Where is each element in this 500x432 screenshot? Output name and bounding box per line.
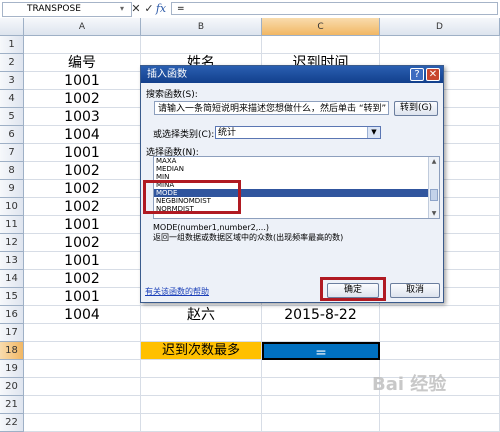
cell-d21[interactable]: [380, 396, 500, 414]
dialog-title: 插入函数: [141, 66, 443, 83]
cell-a1[interactable]: [24, 36, 141, 54]
row-header[interactable]: 20: [0, 378, 24, 396]
formula-bar: TRANSPOSE ▾ ✕ ✓ fx =: [0, 0, 500, 19]
cell-b16[interactable]: 赵六: [141, 306, 262, 324]
row-header[interactable]: 15: [0, 288, 24, 306]
cell-d16[interactable]: [380, 306, 500, 324]
row-header[interactable]: 5: [0, 108, 24, 126]
scroll-down-icon[interactable]: ▼: [429, 209, 439, 218]
cell-a2[interactable]: 编号: [24, 54, 141, 72]
row-header[interactable]: 13: [0, 252, 24, 270]
cancel-icon[interactable]: ✕: [130, 2, 142, 15]
cell-a3[interactable]: 1001: [24, 72, 141, 90]
row-header[interactable]: 14: [0, 270, 24, 288]
cell-b20[interactable]: [141, 378, 262, 396]
cell-a18[interactable]: [24, 342, 141, 360]
row-header[interactable]: 7: [0, 144, 24, 162]
cell-c1[interactable]: [262, 36, 380, 54]
column-header-b[interactable]: B: [141, 18, 262, 36]
cell-b21[interactable]: [141, 396, 262, 414]
formula-input[interactable]: =: [171, 2, 498, 15]
cell-d1[interactable]: [380, 36, 500, 54]
cell-c19[interactable]: [262, 360, 380, 378]
cell-a10[interactable]: 1002: [24, 198, 141, 216]
name-box[interactable]: TRANSPOSE: [2, 2, 132, 17]
row-header[interactable]: 9: [0, 180, 24, 198]
row-header[interactable]: 11: [0, 216, 24, 234]
category-select[interactable]: 统计 ▼: [215, 126, 381, 139]
row-header[interactable]: 8: [0, 162, 24, 180]
column-header-d[interactable]: D: [380, 18, 500, 36]
chevron-down-icon[interactable]: ▼: [367, 127, 380, 138]
row-header[interactable]: 18: [0, 342, 24, 360]
annotation-box-mode: [143, 180, 241, 214]
column-header-a[interactable]: A: [24, 18, 141, 36]
function-item[interactable]: MAXA: [154, 157, 439, 165]
function-description: 返回一组数据或数据区域中的众数(出现频率最高的数): [153, 233, 344, 242]
cell-b1[interactable]: [141, 36, 262, 54]
close-button[interactable]: ✕: [426, 68, 440, 81]
cell-a9[interactable]: 1002: [24, 180, 141, 198]
cell-a14[interactable]: 1002: [24, 270, 141, 288]
cell-c17[interactable]: [262, 324, 380, 342]
cell-a21[interactable]: [24, 396, 141, 414]
column-header-c[interactable]: C: [262, 18, 380, 36]
category-label: 或选择类别(C):: [153, 130, 215, 140]
cell-a19[interactable]: [24, 360, 141, 378]
insert-function-icon[interactable]: fx: [155, 2, 167, 15]
cell-a11[interactable]: 1001: [24, 216, 141, 234]
cell-a8[interactable]: 1002: [24, 162, 141, 180]
cell-a20[interactable]: [24, 378, 141, 396]
row-header[interactable]: 16: [0, 306, 24, 324]
cell-a5[interactable]: 1003: [24, 108, 141, 126]
cell-a4[interactable]: 1002: [24, 90, 141, 108]
cell-a15[interactable]: 1001: [24, 288, 141, 306]
function-item[interactable]: MEDIAN: [154, 165, 439, 173]
row-header[interactable]: 10: [0, 198, 24, 216]
help-button[interactable]: ?: [410, 68, 424, 81]
row-header[interactable]: 2: [0, 54, 24, 72]
cell-d18[interactable]: [380, 342, 500, 360]
function-signature: MODE(number1,number2,...): [153, 223, 269, 232]
row-header[interactable]: 19: [0, 360, 24, 378]
chevron-down-icon[interactable]: ▾: [116, 2, 128, 15]
annotation-box-ok: [320, 277, 386, 301]
cell-b17[interactable]: [141, 324, 262, 342]
cell-c20[interactable]: [262, 378, 380, 396]
watermark-logo: Bai 经验: [372, 374, 447, 395]
cell-c16[interactable]: 2015-8-22: [262, 306, 380, 324]
row-header[interactable]: 1: [0, 36, 24, 54]
cell-d17[interactable]: [380, 324, 500, 342]
cell-a12[interactable]: 1002: [24, 234, 141, 252]
select-all-corner[interactable]: [0, 18, 24, 36]
cell-a16[interactable]: 1004: [24, 306, 141, 324]
cell-c21[interactable]: [262, 396, 380, 414]
cell-a13[interactable]: 1001: [24, 252, 141, 270]
cell-a17[interactable]: [24, 324, 141, 342]
row-header[interactable]: 3: [0, 72, 24, 90]
cell-a6[interactable]: 1004: [24, 126, 141, 144]
row-header[interactable]: 6: [0, 126, 24, 144]
row-header[interactable]: 17: [0, 324, 24, 342]
category-value: 统计: [218, 128, 237, 138]
go-button[interactable]: 转到(G): [394, 101, 438, 116]
function-list-scrollbar[interactable]: ▲ ▼: [428, 157, 439, 218]
scroll-thumb[interactable]: [430, 189, 438, 201]
search-label: 搜索函数(S):: [146, 90, 198, 100]
row-header[interactable]: 12: [0, 234, 24, 252]
search-input[interactable]: 请输入一条简短说明来描述您想做什么，然后单击 “转到”: [154, 101, 389, 115]
cancel-button[interactable]: 取消: [390, 283, 440, 298]
cell-b19[interactable]: [141, 360, 262, 378]
cell-c18[interactable]: =: [262, 342, 380, 360]
enter-icon[interactable]: ✓: [143, 2, 155, 15]
row-header[interactable]: 4: [0, 90, 24, 108]
function-help-link[interactable]: 有关该函数的帮助: [145, 286, 209, 297]
scroll-up-icon[interactable]: ▲: [429, 157, 439, 166]
cell-b18[interactable]: 迟到次数最多: [141, 342, 262, 360]
cell-a7[interactable]: 1001: [24, 144, 141, 162]
row-header[interactable]: 21: [0, 396, 24, 414]
